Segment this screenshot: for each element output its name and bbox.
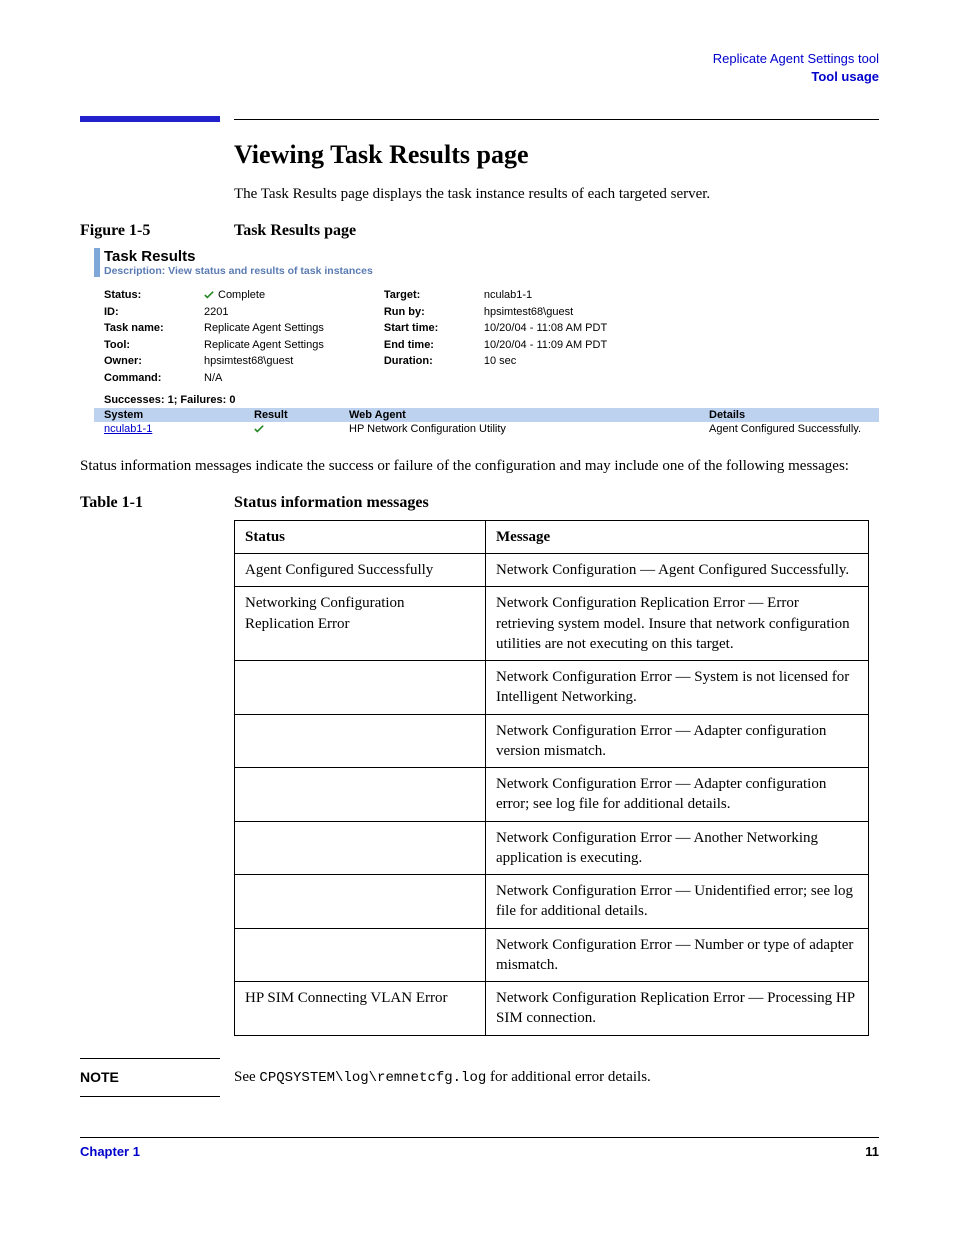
check-icon xyxy=(254,424,264,434)
footer-page-number: 11 xyxy=(865,1144,879,1159)
tr-duration-value: 10 sec xyxy=(484,353,516,370)
message-cell: Network Configuration Error — System is … xyxy=(486,661,869,715)
tr-command-label: Command: xyxy=(104,370,204,387)
note-rule xyxy=(80,1058,220,1059)
section-title: Viewing Task Results page xyxy=(234,140,879,170)
tr-target-label: Target: xyxy=(384,287,484,304)
th-message: Message xyxy=(486,520,869,553)
table-row: nculab1-1 HP Network Configuration Utili… xyxy=(94,422,879,436)
tr-owner-value: hpsimtest68\guest xyxy=(204,353,293,370)
tr-col-system: System xyxy=(94,409,254,421)
tr-result-cell xyxy=(254,423,349,435)
tr-right-column: Target:nculab1-1 Run by:hpsimtest68\gues… xyxy=(384,287,607,386)
tr-target-value: nculab1-1 xyxy=(484,287,532,304)
figure-caption: Figure 1-5 Task Results page xyxy=(80,222,879,240)
page-footer: Chapter 1 11 xyxy=(80,1137,879,1159)
table-row: Network Configuration Error — System is … xyxy=(235,661,869,715)
message-cell: Network Configuration Replication Error … xyxy=(486,587,869,661)
tr-start-value: 10/20/04 - 11:08 AM PDT xyxy=(484,320,607,337)
table-caption: Table 1-1 Status information messages xyxy=(80,494,879,512)
tr-taskname-label: Task name: xyxy=(104,320,204,337)
tr-taskname-value: Replicate Agent Settings xyxy=(204,320,324,337)
status-cell xyxy=(235,875,486,929)
tr-col-result: Result xyxy=(254,409,349,421)
table-row: Agent Configured SuccessfullyNetwork Con… xyxy=(235,554,869,587)
table-label: Table 1-1 xyxy=(80,494,234,512)
status-messages-table: Status Message Agent Configured Successf… xyxy=(234,520,869,1036)
tr-status-text: Complete xyxy=(218,289,265,301)
tr-summary: Successes: 1; Failures: 0 xyxy=(104,394,879,406)
top-rule xyxy=(80,116,879,122)
tr-end-value: 10/20/04 - 11:09 AM PDT xyxy=(484,337,607,354)
tr-command-value: N/A xyxy=(204,370,222,387)
figure-label: Figure 1-5 xyxy=(80,222,234,240)
table-row: Network Configuration Error — Adapter co… xyxy=(235,714,869,768)
message-cell: Network Configuration Replication Error … xyxy=(486,982,869,1036)
tr-status-value: Complete xyxy=(204,287,265,304)
tr-left-column: Status: Complete ID:2201 Task name:Repli… xyxy=(104,287,324,386)
figure-caption-text: Task Results page xyxy=(234,222,356,240)
tr-title: Task Results xyxy=(104,248,879,265)
message-cell: Network Configuration — Agent Configured… xyxy=(486,554,869,587)
status-cell: Agent Configured Successfully xyxy=(235,554,486,587)
note-block: NOTE See CPQSYSTEM\log\remnetcfg.log for… xyxy=(80,1069,879,1086)
note-rule-bottom xyxy=(80,1096,220,1097)
message-cell: Network Configuration Error — Adapter co… xyxy=(486,768,869,822)
tr-webagent-cell: HP Network Configuration Utility xyxy=(349,423,709,435)
tr-id-value: 2201 xyxy=(204,304,228,321)
tr-start-label: Start time: xyxy=(384,320,484,337)
tr-description: Description: View status and results of … xyxy=(104,265,879,277)
status-cell: Networking Configuration Replication Err… xyxy=(235,587,486,661)
task-results-figure: Task Results Description: View status an… xyxy=(94,248,879,436)
tr-tool-label: Tool: xyxy=(104,337,204,354)
tr-tool-value: Replicate Agent Settings xyxy=(204,337,324,354)
table-row: Networking Configuration Replication Err… xyxy=(235,587,869,661)
status-intro: Status information messages indicate the… xyxy=(80,456,879,478)
note-label: NOTE xyxy=(80,1069,234,1086)
table-row: HP SIM Connecting VLAN ErrorNetwork Conf… xyxy=(235,982,869,1036)
status-cell xyxy=(235,821,486,875)
tr-details-cell: Agent Configured Successfully. xyxy=(709,423,879,435)
tr-id-label: ID: xyxy=(104,304,204,321)
note-pre: See xyxy=(234,1069,259,1085)
message-cell: Network Configuration Error — Another Ne… xyxy=(486,821,869,875)
header-doc-title: Replicate Agent Settings tool xyxy=(80,50,879,68)
tr-duration-label: Duration: xyxy=(384,353,484,370)
note-post: for additional error details. xyxy=(486,1069,651,1085)
section-intro: The Task Results page displays the task … xyxy=(234,184,879,206)
table-row: Network Configuration Error — Number or … xyxy=(235,928,869,982)
tr-col-details: Details xyxy=(709,409,879,421)
th-status: Status xyxy=(235,520,486,553)
header-section: Tool usage xyxy=(80,68,879,86)
message-cell: Network Configuration Error — Adapter co… xyxy=(486,714,869,768)
status-cell xyxy=(235,768,486,822)
tr-end-label: End time: xyxy=(384,337,484,354)
status-cell: HP SIM Connecting VLAN Error xyxy=(235,982,486,1036)
table-row: Network Configuration Error — Adapter co… xyxy=(235,768,869,822)
message-cell: Network Configuration Error — Number or … xyxy=(486,928,869,982)
tr-system-link[interactable]: nculab1-1 xyxy=(104,423,152,435)
status-cell xyxy=(235,661,486,715)
table-row: Network Configuration Error — Another Ne… xyxy=(235,821,869,875)
tr-results-table: System Result Web Agent Details nculab1-… xyxy=(94,408,879,436)
tr-runby-label: Run by: xyxy=(384,304,484,321)
status-cell xyxy=(235,714,486,768)
status-cell xyxy=(235,928,486,982)
table-caption-text: Status information messages xyxy=(234,494,429,512)
tr-owner-label: Owner: xyxy=(104,353,204,370)
footer-chapter: Chapter 1 xyxy=(80,1144,140,1159)
note-code: CPQSYSTEM\log\remnetcfg.log xyxy=(259,1070,486,1086)
message-cell: Network Configuration Error — Unidentifi… xyxy=(486,875,869,929)
check-icon xyxy=(204,290,214,300)
table-row: Network Configuration Error — Unidentifi… xyxy=(235,875,869,929)
tr-status-label: Status: xyxy=(104,287,204,304)
page-header: Replicate Agent Settings tool Tool usage xyxy=(80,50,879,86)
tr-runby-value: hpsimtest68\guest xyxy=(484,304,573,321)
tr-col-webagent: Web Agent xyxy=(349,409,709,421)
note-body: See CPQSYSTEM\log\remnetcfg.log for addi… xyxy=(234,1069,879,1086)
